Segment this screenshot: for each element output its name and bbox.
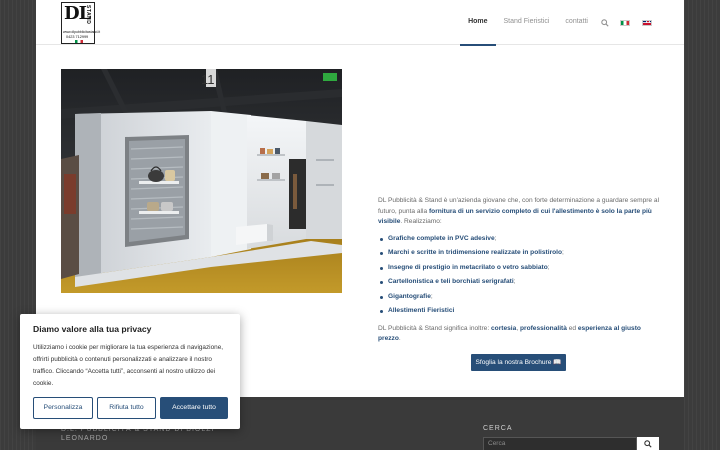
cookie-text: Utilizziamo i cookie per migliorare la t…: [33, 344, 224, 387]
outro-paragraph: DL Pubblicità & Stand significa inoltre:…: [378, 324, 641, 343]
list-item: Cartellonistica e teli borchiati serigra…: [378, 277, 663, 288]
search-icon[interactable]: [596, 0, 614, 45]
footer-search-input[interactable]: Cerca: [483, 437, 637, 450]
accept-all-button[interactable]: Accettare tutto: [160, 397, 228, 419]
stand-photo: 11: [61, 69, 342, 293]
cookie-consent-banner: Diamo valore alla tua privacy Utilizziam…: [20, 314, 240, 429]
search-icon: [644, 440, 652, 448]
cookie-buttons: Personalizza Rifiuta tutto Accettare tut…: [33, 397, 228, 419]
main-nav: Home Stand Fieristici contatti: [460, 0, 658, 46]
site-header: DL STAND www.dlpubblicitastand.it 0423 7…: [36, 0, 684, 46]
list-item: Grafiche complete in PVC adesive;: [378, 234, 663, 245]
reject-all-button[interactable]: Rifiuta tutto: [97, 397, 156, 419]
logo-phone: 0423 712999: [66, 35, 89, 39]
english-flag-icon[interactable]: [636, 0, 658, 45]
cookie-title: Diamo valore alla tua privacy: [33, 324, 152, 334]
customize-button[interactable]: Personalizza: [33, 397, 93, 419]
footer-search-button[interactable]: [637, 437, 659, 450]
logo-side-text: STAND: [85, 5, 91, 25]
italian-flag-icon[interactable]: [614, 0, 636, 45]
list-item: Marchi e scritte in tridimensione realiz…: [378, 248, 663, 259]
logo-flag-icon: [75, 40, 83, 43]
list-item: Allestimenti Fieristici: [378, 306, 663, 317]
site-logo[interactable]: DL STAND www.dlpubblicitastand.it 0423 7…: [61, 2, 100, 44]
intro-paragraph: DL Pubblicità & Stand è un'azienda giova…: [378, 197, 660, 225]
list-item: Insegne di prestigio in metacrilato o ve…: [378, 263, 663, 274]
intro-text: DL Pubblicità & Stand è un'azienda giova…: [378, 196, 663, 345]
list-item: Gigantografie;: [378, 292, 663, 303]
services-list: Grafiche complete in PVC adesive; Marchi…: [378, 234, 663, 317]
footer-search-label: CERCA: [483, 425, 513, 432]
svg-text:11: 11: [201, 72, 215, 87]
brochure-button[interactable]: Sfoglia la nostra Brochure 📖: [471, 354, 566, 371]
logo-url: www.dlpubblicitastand.it: [63, 30, 101, 34]
nav-home[interactable]: Home: [460, 0, 496, 46]
nav-stand-fieristici[interactable]: Stand Fieristici: [496, 0, 558, 45]
nav-contatti[interactable]: contatti: [557, 0, 596, 45]
